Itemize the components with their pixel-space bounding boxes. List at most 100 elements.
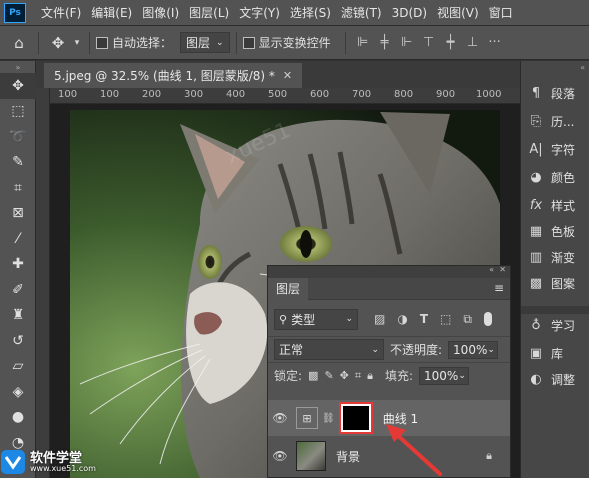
crop-tool-icon[interactable]: ⌗ [0, 175, 36, 201]
dock-color[interactable]: ◕ 颜色 [527, 169, 575, 186]
home-icon[interactable]: ⌂ [6, 34, 32, 52]
layer-mask-thumbnail[interactable] [338, 402, 373, 434]
opacity-field[interactable]: 100% ⌄ [448, 340, 499, 359]
fill-field[interactable]: 100% ⌄ [419, 366, 469, 385]
layers-panel-tabs: 图层 ≡ [268, 277, 510, 300]
frame-tool-icon[interactable]: ⊠ [0, 201, 36, 227]
move-tool-icon[interactable]: ✥ [45, 34, 71, 52]
chevron-down-icon: ⌄ [345, 314, 353, 324]
lock-artboard-icon[interactable]: ⌗ [355, 369, 361, 383]
swatches-icon: ▦ [529, 224, 543, 239]
watermark-url: www.xue51.com [30, 463, 96, 473]
collapse-icon[interactable]: « [489, 265, 494, 274]
dock-swatches[interactable]: ▦ 色板 [527, 223, 575, 240]
marquee-tool-icon[interactable]: ⬚ [0, 99, 36, 125]
document-tab[interactable]: 5.jpeg @ 32.5% (曲线 1, 图层蒙版/8) * ✕ [44, 63, 303, 88]
menu-file[interactable]: 文件(F) [36, 4, 86, 21]
blend-mode-dropdown[interactable]: 正常 ⌄ [274, 339, 384, 360]
menu-filter[interactable]: 滤镜(T) [336, 4, 387, 21]
dock-character[interactable]: A| 字符 [527, 141, 575, 158]
lock-label: 锁定: [274, 369, 303, 383]
auto-select-label: 自动选择： [112, 36, 173, 50]
layers-panel-titlebar: « ✕ [268, 265, 510, 278]
filter-shape-icon[interactable]: ⬚ [440, 312, 451, 326]
filter-pixel-icon[interactable]: ▨ [374, 312, 385, 326]
filter-toggle-icon[interactable] [483, 312, 492, 326]
menu-3d[interactable]: 3D(D) [387, 6, 432, 20]
dock-learn[interactable]: ♁ 学习 [527, 317, 575, 334]
link-icon[interactable]: ⛓ [322, 413, 335, 424]
lock-row: 锁定: ▩ ✎ ✥ ⌗ 🔒︎ 填充: 100% ⌄ [268, 362, 510, 388]
close-icon[interactable]: ✕ [499, 265, 506, 274]
align-left-icon[interactable]: ⊫ [352, 35, 374, 50]
dock-libraries[interactable]: ▣ 库 [527, 345, 563, 362]
dock-paragraph-label: 段落 [551, 87, 576, 101]
dock-adjustments[interactable]: ◐ 调整 [527, 371, 575, 388]
dock-libraries-label: 库 [551, 347, 564, 361]
align-center-icon[interactable]: ╪ [374, 35, 396, 50]
color-icon: ◕ [530, 170, 542, 185]
align-bottom-icon[interactable]: ⊥ [462, 35, 484, 50]
lasso-tool-icon[interactable]: ➰ [0, 124, 36, 150]
menu-window[interactable]: 窗口 [484, 4, 518, 21]
eraser-tool-icon[interactable]: ▱ [0, 354, 36, 380]
ruler-label: 700 [352, 89, 372, 100]
dock-collapse-icon[interactable]: « [580, 63, 585, 72]
panel-menu-icon[interactable]: ≡ [494, 281, 504, 295]
blend-row: 正常 ⌄ 不透明度: 100% ⌄ [268, 336, 510, 362]
menu-type[interactable]: 文字(Y) [234, 4, 285, 21]
lock-transparent-icon[interactable]: ▩ [308, 369, 318, 382]
ruler-label: 200 [142, 89, 162, 100]
filter-adjustment-icon[interactable]: ◑ [397, 312, 407, 326]
layer-name[interactable]: 背景 [336, 448, 360, 465]
show-transform-checkbox[interactable] [242, 36, 255, 49]
clone-stamp-tool-icon[interactable]: ♜ [0, 303, 36, 329]
lock-position-icon[interactable]: ✥ [340, 369, 349, 382]
dock-patterns-label: 图案 [551, 277, 576, 291]
dock-paragraph[interactable]: ¶ 段落 [527, 85, 575, 102]
quick-select-tool-icon[interactable]: ✎ [0, 150, 36, 176]
watermark-text: 软件学堂 www.xue51.com [30, 452, 96, 473]
menu-edit[interactable]: 编辑(E) [86, 4, 137, 21]
character-icon: A| [529, 142, 543, 157]
panel-collapse-icon[interactable]: » [0, 61, 36, 73]
eyedropper-tool-icon[interactable]: ⁄ [0, 226, 36, 252]
tab-layers[interactable]: 图层 [268, 277, 309, 300]
patterns-icon: ▩ [529, 276, 543, 291]
ruler-label: 100 [58, 89, 78, 100]
dock-history[interactable]: ⎘ 历... [527, 113, 575, 130]
more-options-icon[interactable]: ··· [484, 35, 506, 50]
dock-gradients[interactable]: ▥ 渐变 [527, 249, 575, 266]
filter-smart-object-icon[interactable]: ⧉ [463, 312, 472, 327]
move-tool-icon[interactable]: ✥ [0, 73, 36, 99]
filter-kind-dropdown[interactable]: ⚲ 类型 ⌄ [274, 308, 358, 330]
dock-styles[interactable]: fx 样式 [527, 197, 575, 214]
healing-brush-tool-icon[interactable]: ✚ [0, 252, 36, 278]
close-icon[interactable]: ✕ [283, 69, 292, 82]
align-right-icon[interactable]: ⊩ [396, 35, 418, 50]
menu-image[interactable]: 图像(I) [137, 4, 184, 21]
photoshop-logo[interactable]: Ps [4, 2, 26, 23]
blend-mode-value: 正常 [279, 343, 304, 357]
divider [344, 31, 346, 54]
filter-kind-value: 类型 [291, 312, 316, 327]
menu-select[interactable]: 选择(S) [285, 4, 336, 21]
filter-type-icon[interactable]: T [420, 312, 428, 326]
menu-view[interactable]: 视图(V) [432, 4, 484, 21]
lock-all-icon[interactable]: 🔒︎ [367, 369, 373, 383]
visibility-eye-icon[interactable]: 👁︎ [268, 449, 292, 463]
visibility-eye-icon[interactable]: 👁︎ [268, 411, 292, 425]
brush-tool-icon[interactable]: ✐ [0, 277, 36, 303]
auto-select-checkbox[interactable] [96, 36, 108, 49]
lock-pixels-icon[interactable]: ✎ [324, 369, 333, 382]
dock-patterns[interactable]: ▩ 图案 [527, 275, 575, 292]
paint-bucket-tool-icon[interactable]: ◈ [0, 379, 36, 405]
menu-layer[interactable]: 图层(L) [184, 4, 234, 21]
align-top-icon[interactable]: ⊤ [418, 35, 440, 50]
blur-tool-icon[interactable]: ● [0, 405, 36, 431]
chevron-down-icon[interactable]: ▾ [71, 38, 83, 48]
history-brush-tool-icon[interactable]: ↺ [0, 328, 36, 354]
align-middle-icon[interactable]: ┿ [440, 35, 462, 50]
auto-select-target-dropdown[interactable]: 图层 ⌄ [180, 32, 230, 53]
dock-swatches-label: 色板 [551, 225, 576, 239]
